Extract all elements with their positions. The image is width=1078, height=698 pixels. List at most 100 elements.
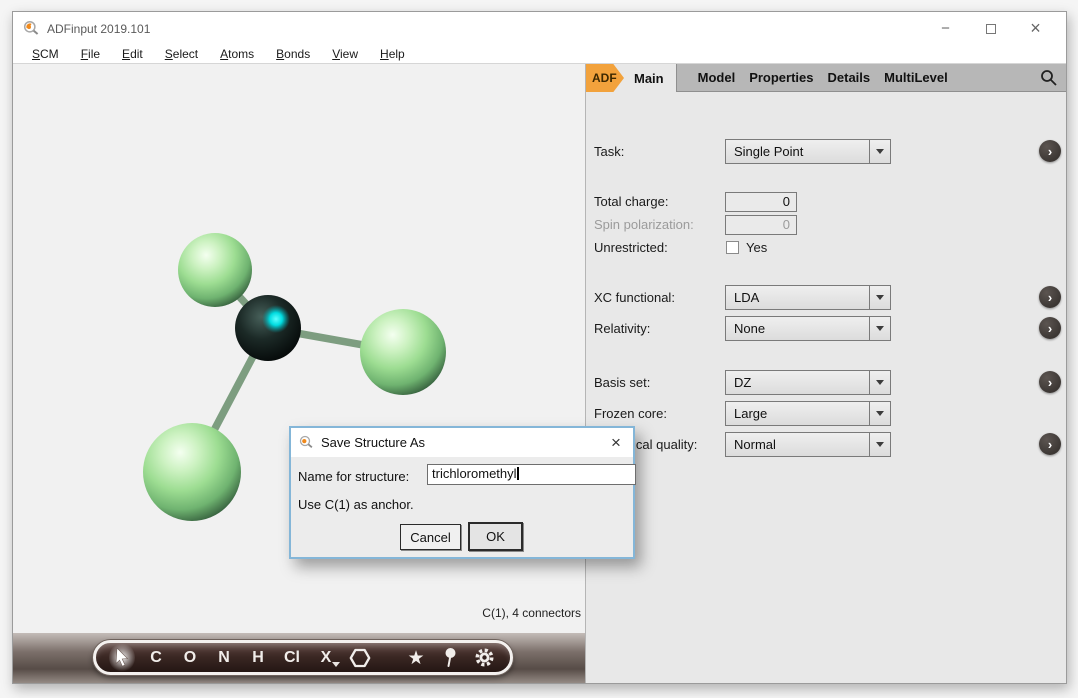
element-nitrogen-button[interactable]: N — [211, 643, 237, 672]
tab-main[interactable]: Main — [624, 64, 676, 92]
unrestricted-row: Unrestricted: Yes — [586, 240, 1066, 256]
frozen-core-select[interactable]: Large — [725, 401, 891, 426]
menu-edit[interactable]: Edit — [111, 47, 154, 61]
hexagon-ring-icon — [349, 647, 371, 669]
ok-button[interactable]: OK — [468, 522, 523, 551]
menu-atoms[interactable]: Atoms — [209, 47, 265, 61]
maximize-icon — [986, 24, 996, 34]
task-row: Task: Single Point › — [586, 139, 1066, 164]
menu-view[interactable]: View — [321, 47, 369, 61]
element-hydrogen-button[interactable]: H — [245, 643, 271, 672]
maximize-button[interactable] — [968, 12, 1013, 45]
app-window: ADFinput 2019.101 − × SCM File Edit Sele… — [12, 11, 1067, 684]
molecule-viewer[interactable]: C(1), 4 connectors C O N H Cl X — [13, 64, 585, 683]
ring-tool-button[interactable] — [347, 643, 373, 672]
basis-set-detail-button[interactable]: › — [1039, 371, 1061, 393]
settings-panel: ADF Main Model Properties Details MultiL… — [585, 64, 1066, 683]
chevron-down-icon — [869, 402, 890, 425]
task-label: Task: — [594, 144, 624, 159]
save-structure-dialog: Save Structure As × Name for structure: … — [289, 426, 635, 559]
structure-name-label: Name for structure: — [298, 469, 409, 484]
element-x-button[interactable]: X — [313, 643, 339, 672]
selection-highlight — [262, 305, 290, 333]
frozen-core-label: Frozen core: — [594, 406, 667, 421]
menu-scm[interactable]: SCM — [21, 47, 70, 61]
element-chlorine-button[interactable]: Cl — [279, 643, 305, 672]
total-charge-input[interactable]: 0 — [725, 192, 797, 212]
close-icon: × — [611, 433, 621, 453]
xc-functional-detail-button[interactable]: › — [1039, 286, 1061, 308]
tab-details[interactable]: Details — [821, 70, 878, 85]
dialog-close-button[interactable]: × — [605, 432, 627, 454]
window-title: ADFinput 2019.101 — [47, 22, 150, 36]
close-icon: × — [1030, 18, 1041, 39]
task-detail-button[interactable]: › — [1039, 140, 1061, 162]
spin-polarization-input: 0 — [725, 215, 797, 235]
menu-select[interactable]: Select — [154, 47, 209, 61]
chevron-down-icon — [869, 371, 890, 394]
numerical-quality-row: Numerical quality: Normal › — [586, 432, 1066, 457]
spin-polarization-row: Spin polarization: 0 — [586, 215, 1066, 235]
xc-functional-label: XC functional: — [594, 290, 675, 305]
atom-cl — [360, 309, 446, 395]
basis-set-select[interactable]: DZ — [725, 370, 891, 395]
dialog-app-icon — [299, 435, 314, 450]
menu-help[interactable]: Help — [369, 47, 416, 61]
atom-cl — [143, 423, 241, 521]
relativity-select[interactable]: None — [725, 316, 891, 341]
numerical-quality-select[interactable]: Normal — [725, 432, 891, 457]
chevron-down-icon — [332, 662, 340, 667]
xc-functional-select[interactable]: LDA — [725, 285, 891, 310]
tab-adf[interactable]: ADF — [586, 64, 624, 92]
relativity-label: Relativity: — [594, 321, 650, 336]
select-tool-button[interactable] — [109, 643, 135, 672]
spin-polarization-label: Spin polarization: — [594, 217, 694, 232]
cancel-button[interactable]: Cancel — [400, 524, 461, 550]
menu-file[interactable]: File — [70, 47, 111, 61]
basis-set-label: Basis set: — [594, 375, 650, 390]
total-charge-row: Total charge: 0 — [586, 192, 1066, 212]
element-oxygen-button[interactable]: O — [177, 643, 203, 672]
structures-tool-button[interactable]: ★ — [403, 643, 429, 672]
balloon-icon — [442, 647, 458, 668]
minimize-button[interactable]: − — [923, 12, 968, 45]
chevron-down-icon — [869, 286, 890, 309]
tab-model[interactable]: Model — [691, 70, 743, 85]
dialog-title: Save Structure As — [321, 435, 425, 450]
gear-icon — [474, 647, 495, 668]
cursor-arrow-icon — [114, 648, 130, 667]
settings-tool-button[interactable] — [471, 643, 497, 672]
structure-name-input[interactable]: trichloromethyl — [427, 464, 636, 485]
unrestricted-checkbox-label: Yes — [746, 240, 767, 255]
unrestricted-checkbox[interactable] — [726, 241, 739, 254]
menu-bar: SCM File Edit Select Atoms Bonds View He… — [13, 45, 1066, 64]
numerical-quality-detail-button[interactable]: › — [1039, 433, 1061, 455]
toolbar-strip: C O N H Cl X ★ — [13, 633, 585, 683]
frozen-core-row: Frozen core: Large — [586, 401, 1066, 426]
chevron-down-icon — [869, 317, 890, 340]
structure-name-row: Name for structure: trichloromethyl — [298, 468, 640, 486]
element-toolbar: C O N H Cl X ★ — [93, 640, 513, 675]
element-x-label: X — [321, 649, 332, 667]
title-bar: ADFinput 2019.101 − × — [13, 12, 1066, 45]
unrestricted-label: Unrestricted: — [594, 240, 668, 255]
tab-bar: ADF Main Model Properties Details MultiL… — [586, 64, 1066, 92]
selection-status: C(1), 4 connectors — [482, 606, 581, 620]
basis-set-row: Basis set: DZ › — [586, 370, 1066, 395]
element-carbon-button[interactable]: C — [143, 643, 169, 672]
balloon-tool-button[interactable] — [437, 643, 463, 672]
tab-properties[interactable]: Properties — [742, 70, 820, 85]
minimize-icon: − — [941, 20, 950, 37]
anchor-note: Use C(1) as anchor. — [298, 497, 414, 512]
task-select[interactable]: Single Point — [725, 139, 891, 164]
star-icon: ★ — [407, 647, 424, 669]
app-logo-icon — [23, 20, 40, 37]
tab-multilevel[interactable]: MultiLevel — [877, 70, 955, 85]
chevron-down-icon — [869, 433, 890, 456]
relativity-detail-button[interactable]: › — [1039, 317, 1061, 339]
close-button[interactable]: × — [1013, 12, 1058, 45]
menu-bonds[interactable]: Bonds — [265, 47, 321, 61]
search-icon[interactable] — [1040, 69, 1058, 87]
relativity-row: Relativity: None › — [586, 316, 1066, 341]
text-cursor — [517, 467, 519, 480]
